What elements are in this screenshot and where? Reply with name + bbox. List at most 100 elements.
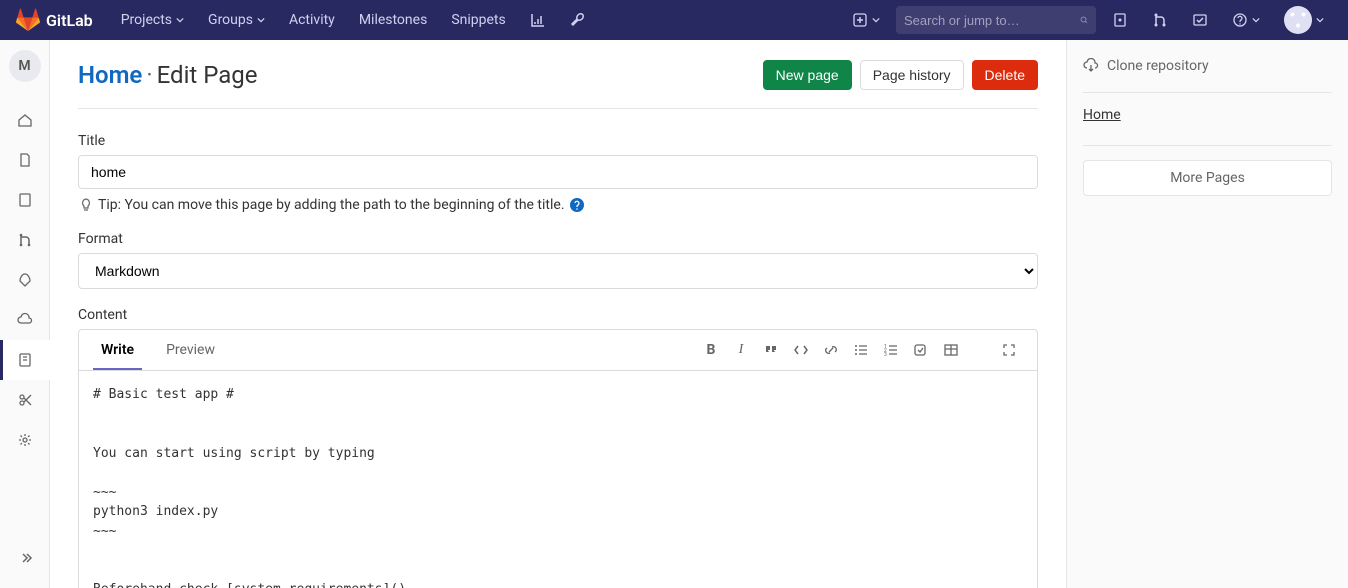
nav-groups[interactable]: Groups [196,2,277,38]
home-icon [17,112,33,128]
chevron-down-icon [1316,16,1324,24]
write-tab[interactable]: Write [93,330,142,370]
cloud-icon [17,312,33,328]
ul-button[interactable] [853,342,869,358]
issues-icon [17,192,33,208]
user-menu[interactable] [1276,0,1332,40]
editor-box: Write Preview B I 123 [78,329,1038,588]
gitlab-icon [16,8,40,32]
merge-icon [1152,12,1168,28]
title-label: Title [78,133,1038,149]
chart-icon [530,12,546,28]
help-icon [1232,12,1248,28]
avatar [1284,6,1312,34]
rocket-icon [17,272,33,288]
page-actions: New page Page history Delete [763,60,1038,90]
sidebar-overview[interactable] [0,100,50,140]
chevron-down-icon [1252,16,1260,24]
bulb-icon [78,197,94,213]
merge-icon [17,232,33,248]
fullscreen-icon [1001,342,1017,358]
title-input[interactable] [78,155,1038,189]
svg-text:3: 3 [884,352,887,358]
sidebar-issues[interactable] [0,180,50,220]
plus-menu[interactable] [844,6,888,34]
issues-icon [1112,12,1128,28]
sidebar-left: M [0,40,50,588]
quote-button[interactable] [763,342,779,358]
bold-button[interactable]: B [703,342,719,358]
todo-icon [1192,12,1208,28]
title-tip: Tip: You can move this page by adding th… [78,197,1038,213]
title-group: Title Tip: You can move this page by add… [78,133,1038,213]
plus-icon [852,12,868,28]
search-icon [1080,12,1088,28]
link-button[interactable] [823,342,839,358]
sidebar-merge[interactable] [0,220,50,260]
main-content: Home·Edit Page New page Page history Del… [50,40,1066,588]
list-ul-icon [853,342,869,358]
editor-tabs: Write Preview B I 123 [79,330,1037,371]
help-icon[interactable] [569,197,585,213]
italic-button[interactable]: I [733,342,749,358]
list-ol-icon: 123 [883,342,899,358]
chevron-down-icon [872,16,880,24]
wiki-home-link[interactable]: Home [1083,107,1332,123]
sidebar-right: Clone repository Home More Pages [1066,40,1348,588]
topbar: GitLab Projects Groups Activity Mileston… [0,0,1348,40]
merge-requests-shortcut[interactable] [1144,6,1176,34]
content-textarea[interactable] [79,371,1037,588]
search-input[interactable] [904,13,1080,28]
more-pages-button[interactable]: More Pages [1083,160,1332,196]
nav-projects[interactable]: Projects [109,2,196,38]
sidebar-collapse[interactable] [0,538,50,578]
gitlab-logo[interactable]: GitLab [16,8,93,32]
topbar-nav: Projects Groups Activity Milestones Snip… [109,2,598,38]
brand-text: GitLab [46,11,93,30]
wrench-icon [570,12,586,28]
delete-button[interactable]: Delete [972,60,1038,90]
search-box[interactable] [896,6,1096,34]
page-subtitle: Edit Page [157,61,258,89]
page-title: Home·Edit Page [78,61,258,89]
preview-tab[interactable]: Preview [158,330,223,370]
scissors-icon [17,392,33,408]
sidebar-settings[interactable] [0,420,50,460]
sidebar-wiki[interactable] [0,340,50,380]
cloud-download-icon [1083,58,1099,74]
page-history-button[interactable]: Page history [860,60,964,90]
home-link[interactable]: Home [78,61,142,89]
code-button[interactable] [793,342,809,358]
nav-milestones[interactable]: Milestones [347,2,440,38]
new-page-button[interactable]: New page [763,60,852,90]
clone-repository-link[interactable]: Clone repository [1083,58,1332,74]
chevron-down-icon [176,16,184,24]
format-group: Format Markdown [78,231,1038,289]
task-icon [913,342,929,358]
ol-button[interactable]: 123 [883,342,899,358]
nav-snippets[interactable]: Snippets [439,2,517,38]
task-button[interactable] [913,342,929,358]
todos-shortcut[interactable] [1184,6,1216,34]
sidebar-operations[interactable] [0,300,50,340]
nav-activity[interactable]: Activity [277,2,347,38]
editor-toolbar: B I 123 [703,342,1023,358]
collapse-icon [17,550,33,566]
sidebar-repository[interactable] [0,140,50,180]
sidebar-snippets[interactable] [0,380,50,420]
gear-icon [17,432,33,448]
nav-analytics[interactable] [518,2,558,38]
help-menu[interactable] [1224,6,1268,34]
table-icon [943,342,959,358]
nav-admin[interactable] [558,2,598,38]
table-button[interactable] [943,342,959,358]
project-badge[interactable]: M [9,50,41,82]
link-icon [823,342,839,358]
sidebar-cicd[interactable] [0,260,50,300]
issues-shortcut[interactable] [1104,6,1136,34]
format-select[interactable]: Markdown [78,253,1038,289]
fullscreen-button[interactable] [1001,342,1017,358]
chevron-down-icon [257,16,265,24]
file-icon [17,152,33,168]
code-icon [793,342,809,358]
